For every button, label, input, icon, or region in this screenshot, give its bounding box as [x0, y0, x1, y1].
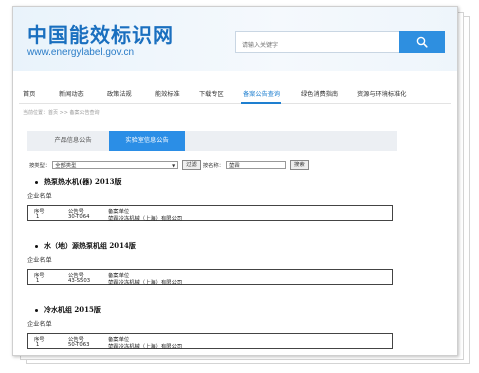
- filter-bar: 按类型： 全部类型 ▼ 过滤 按名称： 堃霖 搜索: [29, 159, 311, 171]
- type-filter-label: 按类型：: [29, 163, 51, 169]
- keyword-search-button[interactable]: 搜索: [290, 160, 309, 170]
- main-nav: 首页 新闻动态 政策法规 能效标准 下载专区 备案公告查询 绿色消费指南 资源与…: [13, 89, 457, 103]
- cell-unit[interactable]: 堃霖冷冻机械（上海）有限公司: [108, 342, 182, 350]
- company-list-heading: 企业名单: [27, 321, 52, 328]
- filter-button[interactable]: 过滤: [182, 160, 201, 170]
- nav-item-filing-query[interactable]: 备案公告查询: [243, 89, 280, 98]
- search-input[interactable]: [236, 35, 412, 56]
- nav-item-home[interactable]: 首页: [23, 89, 35, 98]
- cell-unit[interactable]: 堃霖冷冻机械（上海）有限公司: [108, 214, 182, 222]
- cell-unit[interactable]: 堃霖冷冻机械（上海）有限公司: [108, 278, 182, 286]
- nav-item-resource-standards[interactable]: 资源与环境标准化: [357, 89, 407, 98]
- webpage: 中国能效标识网 www.energylabel.gov.cn 首页 新闻动态 政…: [12, 6, 458, 356]
- section-title: 水（地）源热泵机组 2014版: [35, 241, 136, 251]
- keyword-input[interactable]: 堃霖: [226, 161, 287, 169]
- search-button[interactable]: [399, 31, 445, 53]
- nav-item-downloads[interactable]: 下载专区: [199, 89, 224, 98]
- company-list-heading: 企业名单: [27, 193, 52, 200]
- nav-item-news[interactable]: 新闻动态: [59, 89, 84, 98]
- cell-index: 1: [36, 278, 40, 284]
- site-logo[interactable]: 中国能效标识网: [27, 19, 174, 48]
- company-list-heading: 企业名单: [27, 257, 52, 264]
- bullet-icon: [35, 308, 38, 312]
- company-table: 序号 公告号 备案单位 1 30-T064 堃霖冷冻机械（上海）有限公司: [27, 205, 393, 222]
- bullet-icon: [35, 244, 38, 248]
- site-header: 中国能效标识网 www.energylabel.gov.cn: [13, 7, 457, 71]
- cell-notice-no[interactable]: 30-T064: [68, 214, 90, 220]
- tab-product-notices[interactable]: 产品信息公告: [37, 131, 109, 151]
- section-title: 冷水机组 2015版: [35, 305, 101, 315]
- search-icon: [416, 36, 428, 48]
- search-input-container[interactable]: [235, 31, 412, 56]
- nav-active-indicator: [241, 102, 281, 104]
- company-table: 序号 公告号 备案单位 1 43-S503 堃霖冷冻机械（上海）有限公司: [27, 269, 393, 286]
- nav-item-standards[interactable]: 能效标准: [155, 89, 180, 98]
- company-table: 序号 公告号 备案单位 1 50-T063 堃霖冷冻机械（上海）有限公司: [27, 333, 393, 350]
- tab-lab-notices[interactable]: 实验室信息公告: [109, 131, 185, 151]
- cell-index: 1: [36, 214, 40, 220]
- breadcrumb: 当前位置：首页 >> 备案公告查询: [23, 110, 100, 116]
- site-url: www.energylabel.gov.cn: [27, 47, 135, 58]
- nav-divider: [19, 103, 451, 104]
- cell-index: 1: [36, 342, 40, 348]
- main-content: 产品信息公告 实验室信息公告 按类型： 全部类型 ▼ 过滤 按名称： 堃霖 搜索…: [27, 129, 443, 355]
- cell-notice-no[interactable]: 50-T063: [68, 342, 90, 348]
- cell-notice-no[interactable]: 43-S503: [68, 278, 90, 284]
- tab-bar: 产品信息公告 实验室信息公告: [27, 131, 397, 151]
- bullet-icon: [35, 180, 38, 184]
- nav-item-green-guide[interactable]: 绿色消费指南: [301, 89, 338, 98]
- keyword-label: 按名称：: [202, 163, 225, 169]
- nav-item-policy[interactable]: 政策法规: [107, 89, 132, 98]
- type-select-value: 全部类型: [55, 163, 77, 169]
- chevron-down-icon: ▼: [172, 163, 176, 168]
- type-select[interactable]: 全部类型 ▼: [52, 161, 179, 169]
- section-title: 热泵热水机(器) 2013版: [35, 177, 122, 187]
